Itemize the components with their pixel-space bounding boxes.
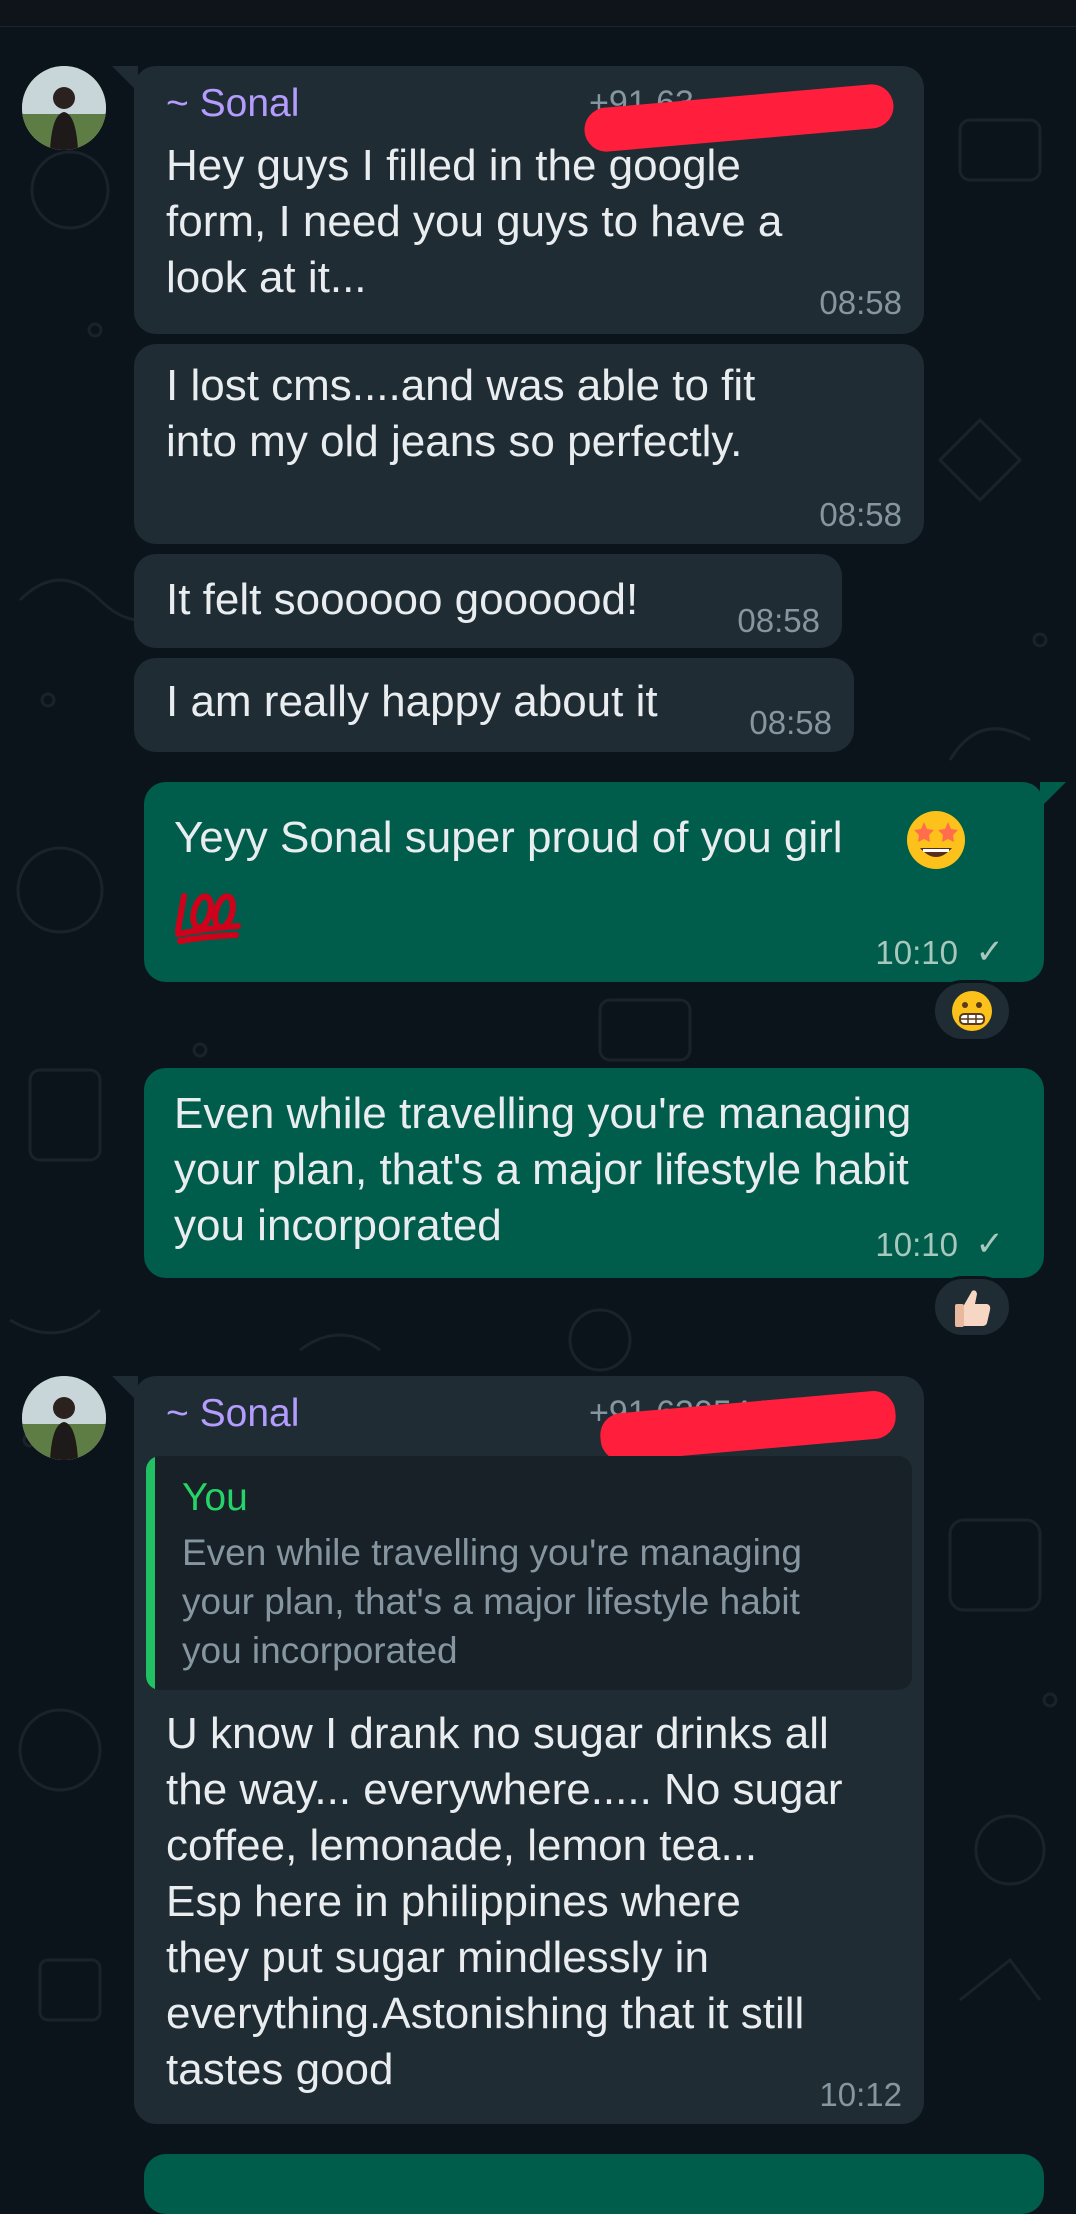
sent-check-icon: ✓: [975, 933, 1005, 971]
top-divider: [0, 0, 1076, 27]
quote-line: you incorporated: [182, 1630, 458, 1671]
message-time: 10:10: [875, 1226, 958, 1263]
thumbs-up-emoji-icon: [955, 1290, 991, 1327]
reaction-badge[interactable]: [932, 1276, 1012, 1338]
message-line: tastes good: [166, 2045, 394, 2094]
message-line: the way... everywhere..... No sugar: [166, 1765, 843, 1814]
grimacing-face-emoji-icon: [952, 991, 992, 1031]
message-line: form, I need you guys to have a: [166, 197, 783, 246]
avatar-photo-icon: [22, 66, 106, 150]
star-struck-emoji-icon: [904, 808, 968, 877]
sender-avatar[interactable]: [22, 66, 106, 150]
message-line: they put sugar mindlessly in: [166, 1933, 709, 1982]
quote-line: Even while travelling you're managing: [182, 1532, 802, 1573]
message-line: your plan, that's a major lifestyle habi…: [174, 1145, 909, 1194]
message-line: Yeyy Sonal super proud of you girl: [174, 813, 843, 862]
incoming-message[interactable]: I am really happy about it 08:58: [134, 658, 854, 752]
hundred-points-emoji-icon: [174, 888, 244, 949]
message-line: Hey guys I filled in the google: [166, 141, 741, 190]
sender-name[interactable]: ~ Sonal: [166, 82, 299, 126]
message-line: It felt soooooo goooood!: [166, 575, 639, 624]
quote-line: your plan, that's a major lifestyle habi…: [182, 1581, 800, 1622]
message-line: U know I drank no sugar drinks all: [166, 1709, 829, 1758]
message-time: 08:58: [819, 284, 902, 321]
bubble-tail: [112, 1376, 138, 1402]
message-line: Even while travelling you're managing: [174, 1089, 912, 1138]
bubble-tail: [1040, 782, 1066, 808]
outgoing-message[interactable]: Even while travelling you're managing yo…: [144, 1068, 1044, 1278]
message-time: 08:58: [737, 602, 820, 639]
quote-author: You: [182, 1476, 248, 1519]
avatar-photo-icon: [22, 1376, 106, 1460]
incoming-message[interactable]: ~ Sonal +91 63 Hey guys I filled in the …: [112, 66, 924, 334]
message-time: 08:58: [819, 496, 902, 533]
message-line: you incorporated: [174, 1201, 502, 1250]
outgoing-message[interactable]: Yeyy Sonal super proud of you girl 10:10…: [144, 782, 1066, 982]
reaction-badge[interactable]: [932, 980, 1012, 1042]
sent-check-icon: ✓: [975, 1225, 1005, 1263]
message-line: I lost cms....and was able to fit: [166, 361, 756, 410]
message-time: 10:10: [875, 934, 958, 971]
message-line: look at it...: [166, 253, 367, 302]
message-line: Esp here in philippines where: [166, 1877, 741, 1926]
message-line: everything.Astonishing that it still: [166, 1989, 805, 2038]
message-time: 08:58: [749, 704, 832, 741]
incoming-message[interactable]: It felt soooooo goooood! 08:58: [134, 554, 842, 648]
quote-accent-bar: [146, 1456, 155, 1690]
message-time: 10:12: [819, 2076, 902, 2113]
message-line: I am really happy about it: [166, 677, 658, 726]
sender-name[interactable]: ~ Sonal: [166, 1392, 299, 1436]
sender-avatar[interactable]: [22, 1376, 106, 1460]
outgoing-message-partial[interactable]: [144, 2154, 1044, 2214]
message-line: into my old jeans so perfectly.: [166, 417, 743, 466]
bubble-tail: [112, 66, 138, 92]
incoming-message[interactable]: ~ Sonal +91 63054 7 You Even while trave…: [112, 1376, 924, 2124]
incoming-message[interactable]: I lost cms....and was able to fit into m…: [134, 344, 924, 544]
quoted-message[interactable]: You Even while travelling you're managin…: [146, 1456, 912, 1690]
message-line: coffee, lemonade, lemon tea...: [166, 1821, 758, 1870]
